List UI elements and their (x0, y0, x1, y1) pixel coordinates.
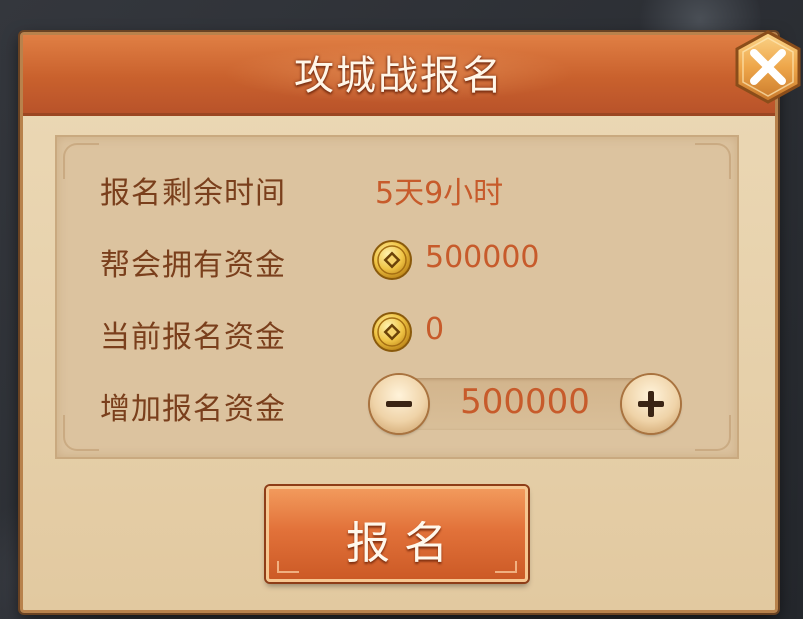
button-ornament (277, 561, 299, 573)
guild-funds-label: 帮会拥有资金 (100, 248, 286, 283)
add-funds-input[interactable]: 500000 (430, 382, 620, 422)
panel-corner-ornament (695, 143, 731, 179)
dialog-title: 攻城战报名 (294, 53, 504, 99)
dialog-title-bar: 攻城战报名 (23, 35, 775, 116)
panel-corner-ornament (63, 415, 99, 451)
add-funds-label: 增加报名资金 (100, 392, 286, 427)
panel-corner-ornament (63, 143, 99, 179)
close-button[interactable] (735, 30, 801, 104)
current-funds-label: 当前报名资金 (100, 320, 286, 355)
register-button-label: 报名 (346, 518, 462, 569)
close-icon (735, 30, 801, 104)
guild-funds-value: 500000 (425, 240, 540, 275)
minus-icon (386, 401, 412, 407)
remaining-time-label: 报名剩余时间 (100, 176, 286, 211)
remaining-time-value: 5天9小时 (375, 176, 504, 211)
current-funds-value: 0 (425, 312, 445, 347)
register-button[interactable]: 报名 (266, 486, 528, 582)
coin-icon (372, 240, 412, 280)
panel-corner-ornament (695, 415, 731, 451)
decrement-button[interactable] (370, 375, 428, 433)
coin-icon (372, 312, 412, 352)
button-ornament (495, 561, 517, 573)
increment-button[interactable] (622, 375, 680, 433)
plus-icon-vertical (648, 391, 654, 417)
